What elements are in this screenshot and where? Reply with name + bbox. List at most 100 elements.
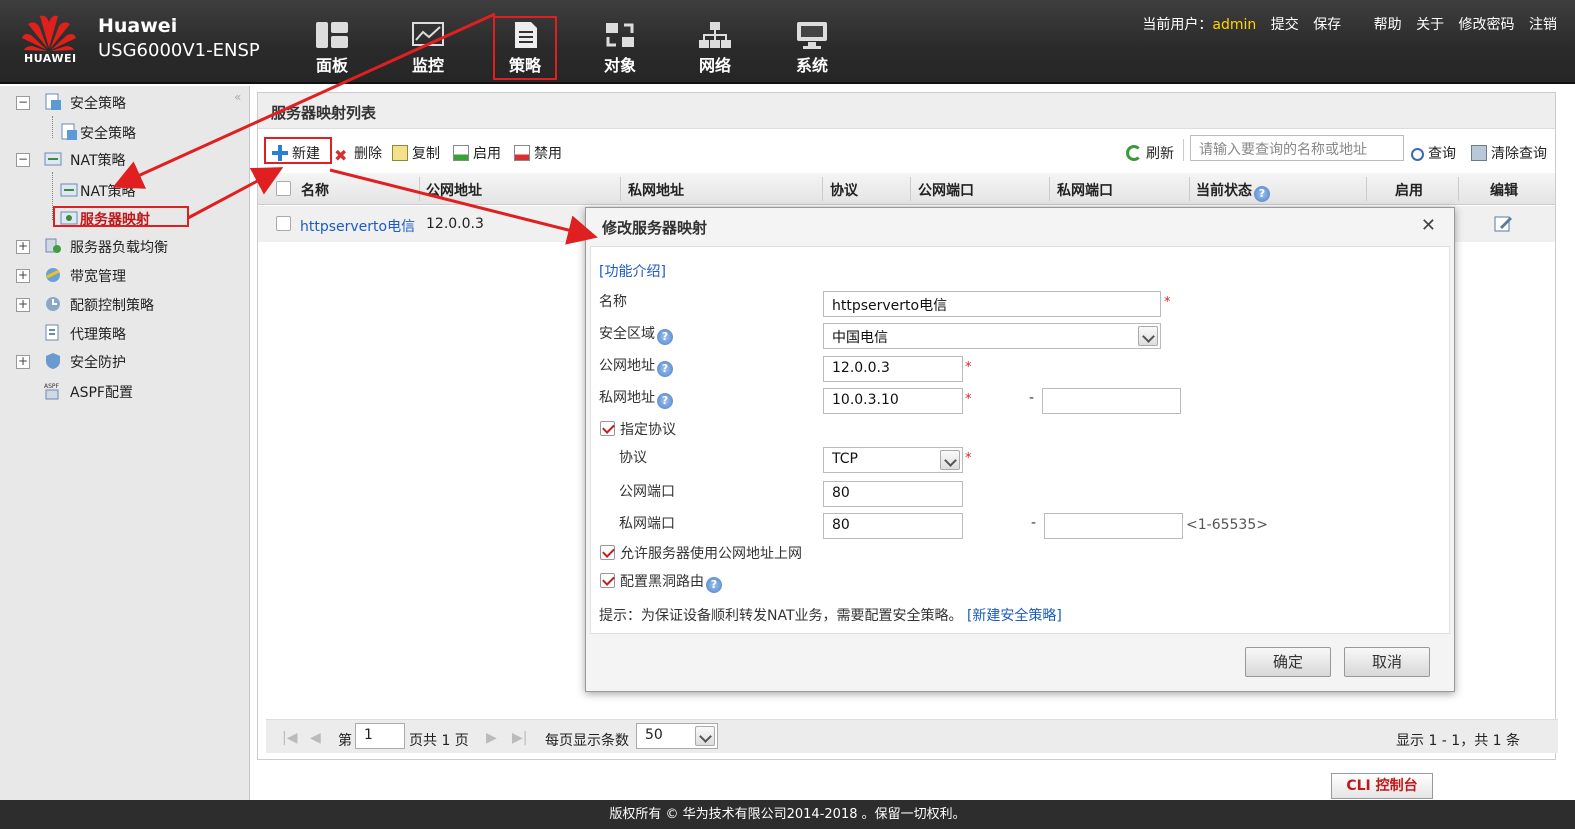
search-input[interactable]: 请输入要查询的名称或地址 (1190, 135, 1404, 161)
nav-label: 策略 (508, 56, 541, 75)
expand-toggle-icon[interactable]: + (16, 298, 30, 312)
expand-toggle-icon[interactable]: + (16, 240, 30, 254)
page-input[interactable]: 1 (355, 723, 405, 749)
nav-label: 对象 (603, 56, 636, 75)
column-header[interactable]: 公网端口 (918, 180, 974, 200)
dashboard-icon (316, 22, 348, 48)
row-checkbox[interactable] (276, 216, 291, 231)
refresh-button[interactable]: 刷新 (1126, 143, 1174, 163)
column-header[interactable]: 协议 (830, 180, 858, 200)
sidebar-item-security-policy[interactable]: 安全策略 (70, 93, 126, 113)
sidebar-item-aspf[interactable]: ASPF配置 (70, 382, 133, 402)
column-header[interactable]: 名称 (301, 180, 329, 200)
cli-console-button[interactable]: CLI 控制台 (1331, 773, 1433, 799)
column-header[interactable]: 私网端口 (1057, 180, 1113, 200)
select-all-checkbox[interactable] (276, 181, 291, 196)
sidebar-item-nat-policy[interactable]: NAT策略 (70, 150, 126, 170)
nav-label: 监控 (411, 56, 444, 75)
nav-object[interactable]: 对象 (588, 18, 652, 78)
help-icon[interactable]: ? (1254, 186, 1270, 202)
system-icon (797, 22, 827, 49)
query-button[interactable]: 查询 (1411, 143, 1456, 163)
public-port-input[interactable]: 80 (823, 481, 963, 507)
ok-button[interactable]: 确定 (1245, 647, 1331, 677)
port-range-hint: <1-65535> (1186, 517, 1268, 533)
per-page-select[interactable]: 50 (636, 723, 718, 749)
sidebar-item-quota[interactable]: 配额控制策略 (70, 295, 154, 315)
disable-button[interactable]: 禁用 (514, 143, 562, 163)
submit-link[interactable]: 提交 (1271, 17, 1299, 33)
row-public-address: 12.0.0.3 (426, 216, 484, 232)
nav-dashboard[interactable]: 面板 (300, 18, 364, 78)
name-input[interactable]: httpserverto电信 (823, 291, 1161, 317)
collapse-toggle-icon[interactable]: − (16, 96, 30, 110)
required-marker: * (965, 451, 972, 466)
new-security-policy-link[interactable]: [新建安全策略] (967, 608, 1062, 624)
edit-server-mapping-dialog: 修改服务器映射 ✕ [功能介绍] 名称 httpserverto电信 * 安全区… (585, 207, 1455, 692)
column-header[interactable]: 编辑 (1490, 180, 1518, 200)
cancel-button[interactable]: 取消 (1344, 647, 1430, 677)
edit-icon[interactable] (1494, 215, 1514, 233)
private-port-input[interactable]: 80 (823, 513, 963, 539)
private-port-end-input[interactable] (1044, 513, 1183, 539)
sidebar-item-security-policy-sub[interactable]: 安全策略 (80, 123, 136, 143)
save-link[interactable]: 保存 (1313, 17, 1341, 33)
quota-icon (46, 297, 60, 311)
help-link[interactable]: 帮助 (1374, 17, 1402, 33)
help-icon[interactable]: ? (657, 329, 673, 345)
nav-system[interactable]: 系统 (780, 18, 844, 78)
delete-button[interactable]: ✖ 删除 (334, 143, 382, 164)
column-header[interactable]: 当前状态? (1196, 180, 1270, 202)
sidebar-item-load-balance[interactable]: 服务器负载均衡 (70, 237, 168, 257)
security-policy-icon (61, 123, 77, 140)
nav-network[interactable]: 网络 (683, 18, 747, 78)
clear-query-button[interactable]: 清除查询 (1471, 143, 1547, 163)
next-page-icon[interactable]: ▶ (486, 730, 497, 746)
about-link[interactable]: 关于 (1416, 17, 1444, 33)
column-header[interactable]: 私网地址 (628, 180, 684, 200)
last-page-icon[interactable]: ▶| (512, 730, 527, 746)
close-icon[interactable]: ✕ (1421, 215, 1436, 236)
sidebar-item-proxy[interactable]: 代理策略 (70, 324, 126, 344)
specify-protocol-checkbox[interactable] (600, 421, 615, 436)
enable-button[interactable]: 启用 (453, 143, 501, 163)
row-name-link[interactable]: httpserverto电信 (300, 216, 415, 236)
private-address-label: 私网地址? (599, 387, 673, 409)
nav-monitor[interactable]: 监控 (396, 18, 460, 78)
column-header[interactable]: 公网地址 (426, 180, 482, 200)
public-address-input[interactable]: 12.0.0.3 (823, 356, 963, 382)
help-icon[interactable]: ? (706, 577, 722, 593)
first-page-icon[interactable]: |◀ (282, 730, 297, 746)
private-address-end-input[interactable] (1042, 388, 1181, 414)
prev-page-icon[interactable]: ◀ (310, 730, 321, 746)
sidebar-item-nat-policy-sub[interactable]: NAT策略 (80, 181, 136, 201)
change-password-link[interactable]: 修改密码 (1459, 17, 1515, 33)
policy-icon (515, 22, 537, 48)
nav-policy[interactable]: 策略 (493, 16, 557, 80)
zone-select[interactable]: 中国电信 (823, 323, 1161, 349)
range-dash: - (1029, 390, 1035, 406)
allow-public-checkbox[interactable] (600, 545, 615, 560)
page-title: 服务器映射列表 (258, 93, 1555, 129)
expand-toggle-icon[interactable]: + (16, 355, 30, 369)
required-marker: * (1164, 295, 1171, 310)
selection-highlight (53, 206, 189, 227)
help-icon[interactable]: ? (657, 393, 673, 409)
expand-toggle-icon[interactable]: + (16, 269, 30, 283)
blackhole-route-checkbox[interactable] (600, 573, 615, 588)
page-total: 页共 1 页 (409, 733, 469, 749)
current-user: admin (1212, 17, 1257, 33)
collapse-sidebar-icon[interactable]: « (234, 90, 241, 104)
copy-button[interactable]: 复制 (392, 143, 440, 163)
private-address-input[interactable]: 10.0.3.10 (823, 388, 963, 414)
protocol-select[interactable]: TCP (823, 447, 963, 473)
sidebar-item-bandwidth[interactable]: 带宽管理 (70, 266, 126, 286)
collapse-toggle-icon[interactable]: − (16, 153, 30, 167)
help-icon[interactable]: ? (657, 361, 673, 377)
sidebar-item-protection[interactable]: 安全防护 (70, 352, 126, 372)
column-header[interactable]: 启用 (1395, 180, 1423, 200)
logout-link[interactable]: 注销 (1529, 17, 1557, 33)
toolbar: 新建 ✖ 删除 复制 启用 禁用 刷新 请输入要查询的名称或地址 查询 清除查询 (258, 133, 1555, 169)
bandwidth-icon (46, 268, 60, 282)
function-intro-link[interactable]: [功能介绍] (599, 261, 666, 281)
